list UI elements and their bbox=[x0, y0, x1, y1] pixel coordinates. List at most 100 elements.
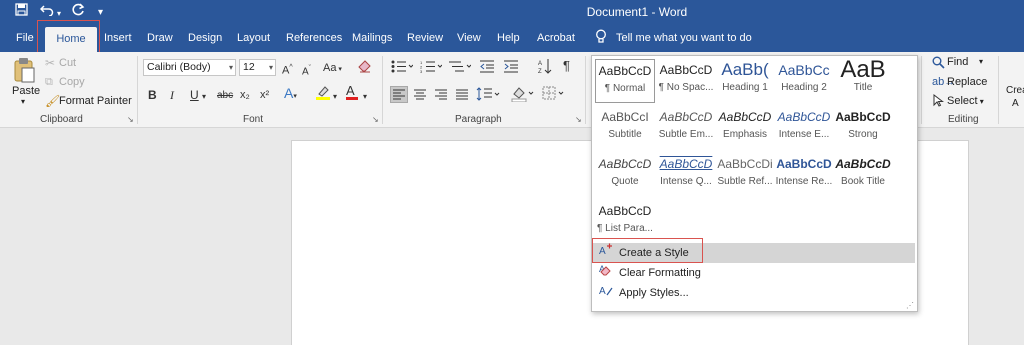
tab-review[interactable]: Review bbox=[407, 32, 443, 44]
clear-formatting-menu-item[interactable]: A Clear Formatting bbox=[593, 263, 915, 283]
text-effects-icon[interactable]: A▾ bbox=[284, 86, 297, 104]
justify-button[interactable] bbox=[454, 87, 470, 105]
format-painter-button[interactable]: Format Painter bbox=[59, 95, 132, 107]
chevron-down-icon[interactable]: ▾ bbox=[979, 57, 983, 66]
paragraph-group-label: Paragraph bbox=[455, 114, 502, 125]
group-divider bbox=[382, 56, 383, 124]
chevron-down-icon[interactable]: ▾ bbox=[363, 90, 367, 104]
style-subtle-reference[interactable]: AaBbCcDi Subtle Ref... bbox=[715, 153, 775, 197]
clear-formatting-icon[interactable] bbox=[358, 60, 372, 76]
tab-layout[interactable]: Layout bbox=[237, 32, 270, 44]
lightbulb-icon[interactable] bbox=[595, 29, 607, 47]
style-heading-2[interactable]: AaBbCc Heading 2 bbox=[774, 59, 834, 103]
style-normal[interactable]: AaBbCcD ¶ Normal bbox=[595, 59, 655, 103]
replace-button[interactable]: Replace bbox=[947, 76, 987, 88]
strikethrough-button[interactable]: abc bbox=[217, 89, 233, 103]
find-icon[interactable] bbox=[932, 56, 945, 72]
align-left-button[interactable] bbox=[390, 86, 408, 103]
select-icon[interactable] bbox=[933, 93, 944, 110]
editing-group-label: Editing bbox=[948, 114, 979, 125]
style-subtitle[interactable]: AaBbCcI Subtitle bbox=[595, 106, 655, 150]
create-style-highlight bbox=[592, 238, 703, 263]
highlight-color-icon[interactable] bbox=[315, 85, 333, 104]
line-spacing-icon[interactable] bbox=[476, 86, 500, 105]
resize-grip-icon[interactable]: ⋰ bbox=[906, 301, 914, 310]
font-color-icon[interactable]: A bbox=[346, 84, 358, 100]
clipboard-group-label: Clipboard bbox=[40, 114, 83, 125]
underline-button[interactable]: U bbox=[190, 88, 199, 102]
select-button[interactable]: Select ▾ bbox=[947, 95, 984, 107]
copy-icon[interactable]: ⧉ bbox=[45, 75, 53, 89]
cut-button[interactable]: Cut bbox=[59, 57, 76, 69]
group-divider bbox=[137, 56, 138, 124]
tab-insert[interactable]: Insert bbox=[104, 32, 132, 44]
subscript-button[interactable]: x₂ bbox=[240, 88, 250, 102]
increase-indent-icon[interactable] bbox=[504, 60, 518, 76]
show-formatting-marks-icon[interactable]: ¶ bbox=[563, 59, 570, 73]
font-name-box[interactable]: Calibri (Body) ▾ bbox=[143, 59, 236, 76]
style-strong[interactable]: AaBbCcD Strong bbox=[833, 106, 893, 150]
svg-text:A: A bbox=[538, 61, 542, 67]
style-heading-1[interactable]: AaBb( Heading 1 bbox=[715, 59, 775, 103]
tab-help[interactable]: Help bbox=[497, 32, 520, 44]
paragraph-launcher-icon[interactable]: ↘ bbox=[575, 115, 582, 124]
font-group-label: Font bbox=[243, 114, 264, 125]
svg-text:Z: Z bbox=[538, 69, 542, 75]
tab-acrobat[interactable]: Acrobat bbox=[537, 32, 575, 44]
clipboard-launcher-icon[interactable]: ↘ bbox=[127, 115, 134, 124]
apply-styles-icon: A bbox=[599, 283, 613, 303]
tab-view[interactable]: View bbox=[457, 32, 481, 44]
copy-button[interactable]: Copy bbox=[59, 76, 85, 88]
style-emphasis[interactable]: AaBbCcD Emphasis bbox=[715, 106, 775, 150]
multilevel-list-icon[interactable] bbox=[449, 60, 472, 76]
borders-icon[interactable] bbox=[542, 86, 566, 104]
font-name-value: Calibri (Body) bbox=[147, 61, 211, 73]
bullets-icon[interactable] bbox=[391, 60, 414, 76]
tab-references[interactable]: References bbox=[286, 32, 342, 44]
style-no-spacing[interactable]: AaBbCcD ¶ No Spac... bbox=[656, 59, 716, 103]
grow-font-icon[interactable]: A^ bbox=[282, 61, 293, 78]
find-button[interactable]: Find bbox=[947, 56, 968, 68]
paste-icon[interactable] bbox=[13, 57, 35, 86]
svg-text:A: A bbox=[599, 286, 606, 297]
create-group-partial-label-2: A bbox=[1012, 98, 1019, 109]
styles-gallery-dropdown: AaBbCcD ¶ Normal AaBbCcD ¶ No Spac... Aa… bbox=[591, 55, 918, 312]
paste-button[interactable]: Paste bbox=[12, 85, 40, 97]
shading-icon[interactable] bbox=[511, 85, 535, 105]
tab-file[interactable]: File bbox=[16, 32, 34, 44]
format-painter-icon[interactable]: 🖌 bbox=[45, 94, 60, 108]
chevron-down-icon: ▾ bbox=[228, 63, 233, 72]
cut-icon[interactable]: ✂ bbox=[45, 56, 55, 70]
font-size-box[interactable]: 12 ▾ bbox=[239, 59, 276, 76]
sort-icon[interactable]: AZ bbox=[538, 58, 552, 78]
bold-button[interactable]: B bbox=[148, 88, 157, 102]
align-center-button[interactable] bbox=[412, 87, 428, 105]
chevron-down-icon[interactable]: ▾ bbox=[202, 90, 206, 104]
tell-me-search[interactable]: Tell me what you want to do bbox=[616, 32, 752, 44]
title-bar: ▾ ▾ Document1 - Word bbox=[0, 0, 1024, 24]
shrink-font-icon[interactable]: Aˇ bbox=[302, 62, 311, 79]
change-case-button[interactable]: Aa ▾ bbox=[323, 61, 342, 77]
chevron-down-icon[interactable]: ▾ bbox=[333, 90, 337, 104]
group-divider bbox=[921, 56, 922, 124]
style-subtle-emphasis[interactable]: AaBbCcD Subtle Em... bbox=[656, 106, 716, 150]
create-group-partial-label[interactable]: Crea bbox=[1006, 85, 1024, 96]
align-right-button[interactable] bbox=[433, 87, 449, 105]
style-book-title[interactable]: AaBbCcD Book Title bbox=[833, 153, 893, 197]
font-launcher-icon[interactable]: ↘ bbox=[372, 115, 379, 124]
style-intense-reference[interactable]: AaBbCcD Intense Re... bbox=[774, 153, 834, 197]
numbering-icon[interactable]: 123 bbox=[420, 60, 443, 76]
apply-styles-menu-item[interactable]: A Apply Styles... bbox=[593, 283, 915, 303]
paste-dropdown-icon[interactable]: ▾ bbox=[21, 97, 25, 106]
tab-design[interactable]: Design bbox=[188, 32, 222, 44]
italic-button[interactable]: I bbox=[170, 88, 174, 102]
tab-mailings[interactable]: Mailings bbox=[352, 32, 392, 44]
superscript-button[interactable]: x² bbox=[260, 88, 269, 102]
style-intense-quote[interactable]: AaBbCcD Intense Q... bbox=[656, 153, 716, 197]
style-title[interactable]: AaB Title bbox=[833, 59, 893, 103]
eraser-icon: A bbox=[599, 263, 613, 283]
tab-draw[interactable]: Draw bbox=[147, 32, 173, 44]
style-intense-emphasis[interactable]: AaBbCcD Intense E... bbox=[774, 106, 834, 150]
decrease-indent-icon[interactable] bbox=[480, 60, 494, 76]
style-quote[interactable]: AaBbCcD Quote bbox=[595, 153, 655, 197]
